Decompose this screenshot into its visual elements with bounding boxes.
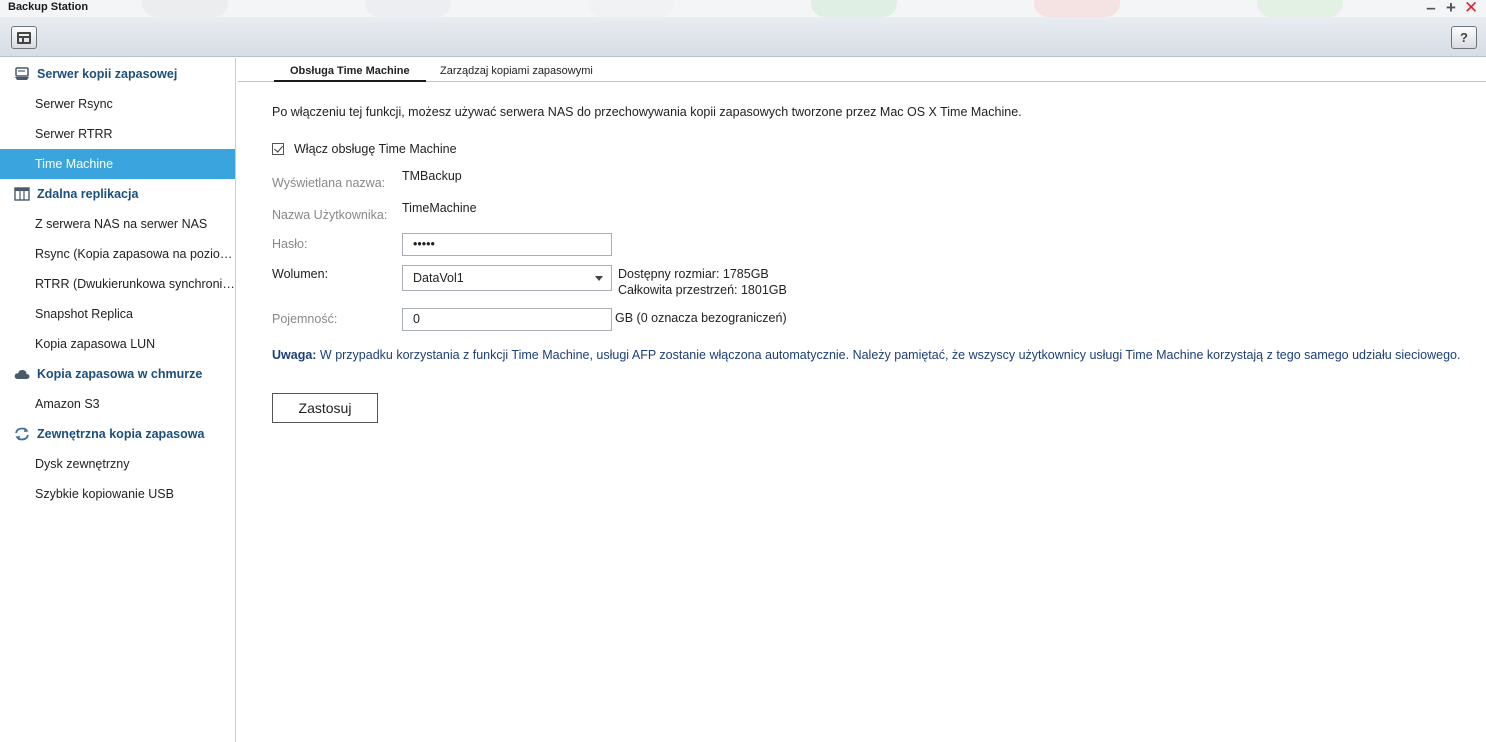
display-name-label: Wyświetlana nazwa:	[272, 176, 386, 190]
volume-info: Dostępny rozmiar: 1785GB Całkowita przes…	[618, 266, 787, 298]
sidebar-item-time-machine[interactable]: Time Machine	[0, 149, 235, 179]
chevron-down-icon	[595, 276, 603, 281]
sidebar-group-backup-server[interactable]: Serwer kopii zapasowej	[0, 59, 235, 89]
apply-button[interactable]: Zastosuj	[272, 393, 378, 423]
volume-label: Wolumen:	[272, 267, 329, 281]
enable-time-machine-label: Włącz obsługę Time Machine	[294, 142, 457, 156]
username-label: Nazwa Użytkownika:	[272, 208, 388, 222]
sidebar-item-snapshot-replica[interactable]: Snapshot Replica	[0, 299, 235, 329]
tab-manage-backups[interactable]: Zarządzaj kopiami zapasowymi	[440, 65, 593, 80]
display-name-value: TMBackup	[402, 169, 462, 183]
help-button[interactable]: ?	[1451, 26, 1477, 49]
sidebar-group-cloud-backup[interactable]: Kopia zapasowa w chmurze	[0, 359, 235, 389]
close-icon[interactable]: ✕	[1464, 0, 1478, 16]
tab-bar: Obsługa Time Machine Zarządzaj kopiami z…	[238, 58, 1486, 82]
decorative-app-icon	[142, 0, 228, 17]
toggle-panel-button[interactable]	[11, 26, 37, 49]
toolbar: ?	[0, 17, 1486, 57]
sidebar-item-usb-quick-copy[interactable]: Szybkie kopiowanie USB	[0, 479, 235, 509]
tab-time-machine-support[interactable]: Obsługa Time Machine	[274, 65, 426, 82]
time-machine-settings: Po włączeniu tej funkcji, możesz używać …	[238, 83, 1486, 742]
cloud-icon	[14, 369, 30, 379]
decorative-app-icon	[1034, 0, 1120, 17]
sidebar-item-external-disk[interactable]: Dysk zewnętrzny	[0, 449, 235, 479]
sidebar-item-amazon-s3[interactable]: Amazon S3	[0, 389, 235, 419]
volume-select[interactable]: DataVol1	[402, 265, 612, 291]
decorative-app-icon	[1257, 0, 1343, 17]
replication-icon	[14, 187, 30, 201]
sidebar-group-label: Zewnętrzna kopia zapasowa	[37, 427, 205, 441]
capacity-input[interactable]: 0	[402, 308, 612, 331]
note-body: W przypadku korzystania z funkcji Time M…	[316, 348, 1461, 362]
sidebar: Serwer kopii zapasowej Serwer Rsync Serw…	[0, 58, 236, 742]
sidebar-item-lun-backup[interactable]: Kopia zapasowa LUN	[0, 329, 235, 359]
decorative-app-icon	[588, 0, 674, 17]
sidebar-group-external-backup[interactable]: Zewnętrzna kopia zapasowa	[0, 419, 235, 449]
note-prefix: Uwaga:	[272, 348, 317, 362]
sidebar-group-remote-replication[interactable]: Zdalna replikacja	[0, 179, 235, 209]
title-bar: Backup Station – + ✕	[0, 0, 1486, 17]
enable-time-machine-row: Włącz obsługę Time Machine	[272, 142, 457, 156]
window-title: Backup Station	[8, 1, 89, 13]
sidebar-item-rsync-backup[interactable]: Rsync (Kopia zapasowa na pozio…	[0, 239, 235, 269]
volume-selected-value: DataVol1	[413, 271, 464, 285]
sidebar-item-rtrr-sync[interactable]: RTRR (Dwukierunkowa synchroni…	[0, 269, 235, 299]
minimize-icon[interactable]: –	[1424, 0, 1438, 16]
panel-layout-icon	[17, 31, 31, 44]
sidebar-group-label: Serwer kopii zapasowej	[37, 67, 178, 81]
password-input[interactable]: •••••	[402, 233, 612, 256]
sidebar-group-label: Zdalna replikacja	[37, 187, 139, 201]
capacity-hint: GB (0 oznacza bezograniczeń)	[615, 311, 787, 325]
sync-arrows-icon	[15, 427, 29, 441]
capacity-label: Pojemność:	[272, 312, 338, 326]
sidebar-item-rtrr-server[interactable]: Serwer RTRR	[0, 119, 235, 149]
window-controls: – + ✕	[1424, 0, 1478, 16]
total-space: Całkowita przestrzeń: 1801GB	[618, 283, 787, 297]
sidebar-item-nas-to-nas[interactable]: Z serwera NAS na serwer NAS	[0, 209, 235, 239]
username-value: TimeMachine	[402, 201, 477, 215]
available-size: Dostępny rozmiar: 1785GB	[618, 267, 769, 281]
decorative-app-icon	[365, 0, 451, 17]
sidebar-item-rsync-server[interactable]: Serwer Rsync	[0, 89, 235, 119]
server-icon	[15, 67, 29, 80]
intro-text: Po włączeniu tej funkcji, możesz używać …	[272, 105, 1022, 119]
decorative-app-icon	[811, 0, 897, 17]
note-text: Uwaga: W przypadku korzystania z funkcji…	[272, 348, 1460, 362]
password-label: Hasło:	[272, 237, 308, 251]
sidebar-group-label: Kopia zapasowa w chmurze	[37, 367, 203, 381]
maximize-icon[interactable]: +	[1444, 0, 1458, 16]
enable-time-machine-checkbox[interactable]	[272, 143, 284, 155]
